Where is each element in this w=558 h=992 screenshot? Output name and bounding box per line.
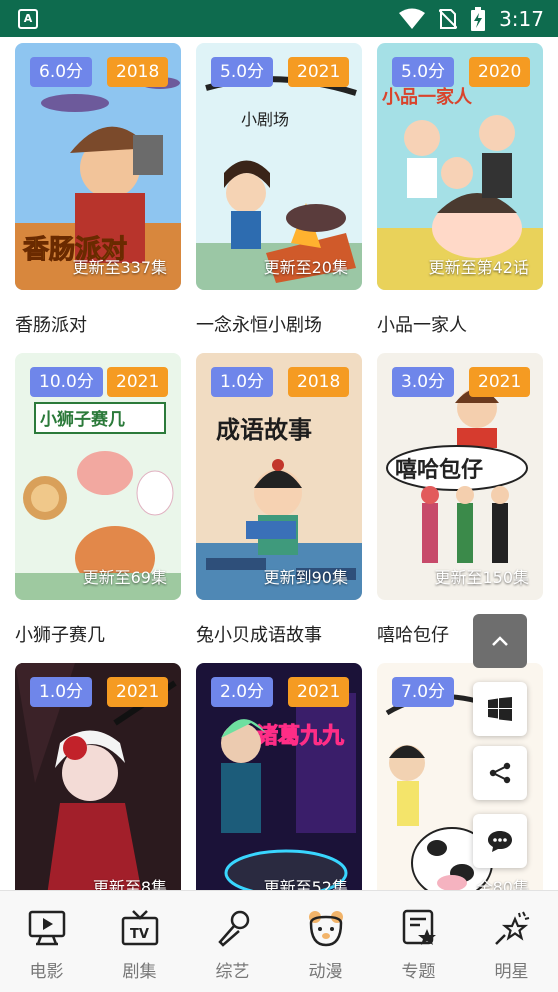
score-badge: 7.0分 [392, 677, 455, 707]
score-badge: 10.0分 [30, 367, 103, 397]
update-status: 更新至52集 [263, 878, 348, 890]
scroll-top-button[interactable] [473, 614, 527, 668]
video-title[interactable]: 小狮子赛几 [15, 621, 105, 647]
update-status: 更新至20集 [263, 258, 348, 277]
year-badge: 2021 [288, 677, 350, 707]
tab-variety[interactable]: 综艺 [186, 891, 279, 992]
update-status: 更新至69集 [82, 568, 167, 587]
score-badge: 5.0分 [211, 57, 274, 87]
tab-label: 动漫 [308, 962, 343, 982]
tv-icon: TV [121, 910, 158, 946]
year-badge: 2021 [107, 677, 169, 707]
update-status: 更新至第42话 [428, 258, 529, 277]
video-title[interactable]: 嘻哈包仔 [377, 621, 449, 647]
star-sparkle-icon [494, 911, 529, 945]
year-badge: 2018 [107, 57, 169, 87]
poster-logo-text: 诸葛九九 [256, 723, 344, 749]
poster-image[interactable]: 1.0分 2021 更新至8集 [15, 663, 181, 890]
video-title[interactable]: 兔小贝成语故事 [196, 621, 322, 647]
clock-time: 3:17 [499, 6, 544, 31]
poster-image[interactable]: 香肠派对 6.0分 2018 更新至337集 [15, 43, 181, 290]
year-badge: 2021 [107, 367, 169, 397]
year-badge: 2021 [288, 57, 350, 87]
score-badge: 5.0分 [392, 57, 455, 87]
bottom-navigation: 电影 TV 剧集 综艺 动漫 专题 明星 [0, 890, 558, 992]
score-badge: 1.0分 [30, 677, 93, 707]
tab-series[interactable]: TV 剧集 [93, 891, 186, 992]
poster-image[interactable]: 小狮子赛几 10.0分 2021 更新至69集 [15, 353, 181, 600]
share-icon [489, 762, 511, 784]
chevron-up-icon [492, 636, 508, 646]
update-status: 全80集 [476, 878, 529, 890]
movie-screen-icon [28, 910, 65, 946]
topic-icon [402, 909, 436, 945]
update-status: 更新至337集 [72, 258, 167, 277]
score-badge: 6.0分 [30, 57, 93, 87]
poster-image[interactable]: 诸葛九九 2.0分 2021 更新至52集 [196, 663, 362, 890]
year-badge: 2018 [288, 367, 350, 397]
svg-text:TV: TV [130, 927, 149, 942]
tab-topics[interactable]: 专题 [372, 891, 465, 992]
microphone-icon [217, 910, 249, 947]
video-title[interactable]: 香肠派对 [15, 311, 87, 337]
video-title[interactable]: 一念永恒小剧场 [196, 311, 322, 337]
year-badge: 2021 [469, 367, 531, 397]
poster-image[interactable]: 小剧场 5.0分 2021 更新至20集 [196, 43, 362, 290]
no-sim-icon [439, 8, 458, 29]
tab-label: 电影 [29, 962, 64, 982]
tab-label: 综艺 [215, 962, 250, 982]
tab-movies[interactable]: 电影 [0, 891, 93, 992]
score-badge: 3.0分 [392, 367, 455, 397]
tab-stars[interactable]: 明星 [465, 891, 558, 992]
share-button[interactable] [473, 746, 527, 800]
battery-charging-icon [471, 6, 486, 31]
poster-image[interactable]: 嘻哈包仔 3.0分 2021 更新至150集 [377, 353, 543, 600]
bear-face-icon [308, 911, 343, 947]
score-badge: 1.0分 [211, 367, 274, 397]
windows-button[interactable] [473, 682, 527, 736]
status-bar: A 3:17 [0, 0, 558, 37]
poster-logo-text: 小品一家人 [382, 86, 473, 108]
windows-icon [488, 697, 512, 721]
poster-logo-text: 小剧场 [241, 110, 289, 129]
update-status: 更新至150集 [434, 568, 529, 587]
app-notification-icon: A [18, 9, 38, 29]
year-badge: 2020 [469, 57, 531, 87]
update-status: 更新到90集 [263, 568, 348, 587]
poster-image[interactable]: 小品一家人 5.0分 2020 更新至第42话 [377, 43, 543, 290]
poster-logo-text: 成语故事 [216, 416, 312, 444]
tab-anime[interactable]: 动漫 [279, 891, 372, 992]
tab-label: 剧集 [122, 962, 157, 982]
poster-logo-text: 嘻哈包仔 [395, 457, 483, 483]
update-status: 更新至8集 [92, 878, 167, 890]
poster-image[interactable]: 成语故事 1.0分 2018 更新到90集 [196, 353, 362, 600]
chat-icon [488, 831, 512, 852]
video-title[interactable]: 小品一家人 [377, 311, 467, 337]
wifi-icon [399, 8, 426, 29]
poster-logo-text: 小狮子赛几 [40, 409, 125, 430]
tab-label: 专题 [401, 962, 436, 982]
tab-label: 明星 [494, 962, 529, 982]
chat-button[interactable] [473, 814, 527, 868]
score-badge: 2.0分 [211, 677, 274, 707]
